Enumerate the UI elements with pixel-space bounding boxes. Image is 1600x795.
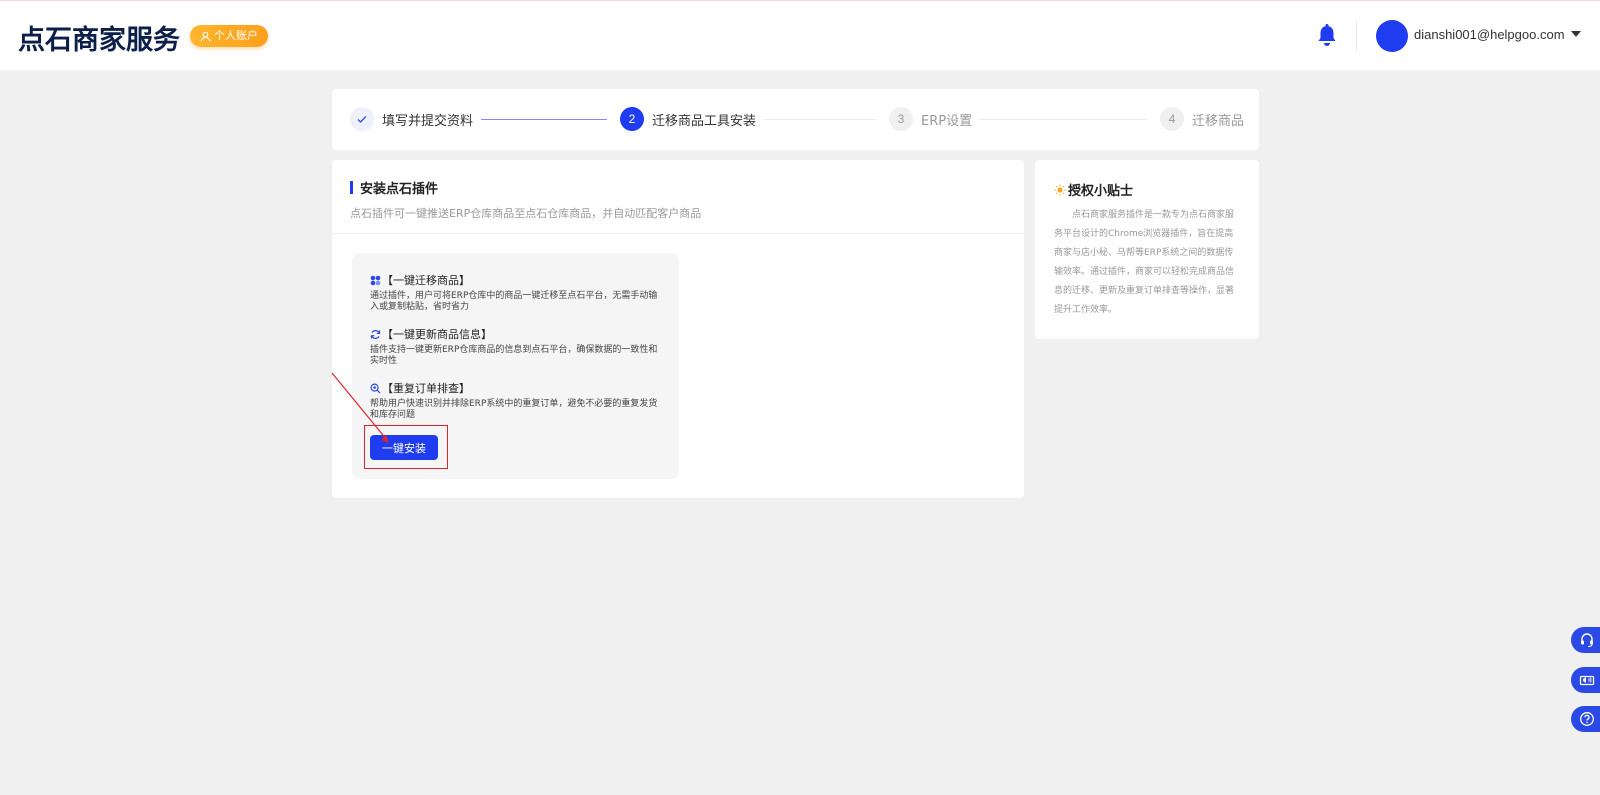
feature-item: 【一键迁移商品】 通过插件，用户可将ERP仓库中的商品一键迁移至点石平台，无需手… xyxy=(370,272,660,313)
announcement-button[interactable] xyxy=(1571,667,1600,693)
feature-title: 【重复订单排查】 xyxy=(370,380,660,396)
lightbulb-icon xyxy=(1054,184,1066,195)
step-2-number: 2 xyxy=(620,107,644,131)
user-icon xyxy=(200,31,211,41)
user-email[interactable]: dianshi001@helpgoo.com xyxy=(1414,27,1565,42)
search-icon xyxy=(370,383,381,394)
step-connector-2 xyxy=(764,119,876,120)
feature-title-text: 【重复订单排查】 xyxy=(382,382,470,395)
top-header: 点石商家服务 个人账户 dianshi001@helpgoo.com xyxy=(0,0,1600,70)
section-title: 安装点石插件 xyxy=(350,178,701,197)
avatar[interactable] xyxy=(1376,20,1408,52)
section-description: 点石插件可一键推送ERP仓库商品至点石仓库商品，并自动匹配客户商品 xyxy=(350,207,702,220)
section-header: 安装点石插件 点石插件可一键推送ERP仓库商品至点石仓库商品，并自动匹配客户商品 xyxy=(350,178,701,221)
step-4: 4 迁移商品 xyxy=(1160,107,1244,131)
logo[interactable]: 点石商家服务 xyxy=(18,18,180,57)
step-connector-3 xyxy=(979,119,1147,120)
tips-title: 授权小贴士 xyxy=(1054,180,1133,199)
section-title-text: 安装点石插件 xyxy=(360,182,439,197)
step-2: 2 迁移商品工具安装 xyxy=(620,107,756,131)
step-4-number: 4 xyxy=(1160,107,1184,131)
feature-title: 【一键更新商品信息】 xyxy=(370,326,660,342)
check-icon xyxy=(350,107,374,131)
feature-description: 插件支持一键更新ERP仓库商品的信息到点石平台，确保数据的一致性和实时性 xyxy=(370,345,658,366)
feature-description: 帮助用户快速识别并排除ERP系统中的重复订单，避免不必要的重复发货和库存问题 xyxy=(370,399,658,420)
chevron-down-icon[interactable] xyxy=(1571,31,1581,37)
account-badge-label: 个人账户 xyxy=(214,29,258,42)
step-1: 填写并提交资料 xyxy=(350,107,473,131)
step-3-label: ERP设置 xyxy=(921,113,973,129)
feature-item: 【重复订单排查】 帮助用户快速识别并排除ERP系统中的重复订单，避免不必要的重复… xyxy=(370,380,660,421)
step-4-label: 迁移商品 xyxy=(1192,113,1245,129)
account-type-badge[interactable]: 个人账户 xyxy=(190,25,268,47)
question-icon xyxy=(1580,712,1594,726)
header-divider xyxy=(1356,21,1357,51)
step-2-label: 迁移商品工具安装 xyxy=(652,113,757,129)
feature-title: 【一键迁移商品】 xyxy=(370,272,660,288)
annotation-highlight-box xyxy=(364,425,448,469)
step-1-label: 填写并提交资料 xyxy=(382,113,474,129)
feature-description: 通过插件，用户可将ERP仓库中的商品一键迁移至点石平台，无需手动输入或复制粘贴，… xyxy=(370,291,658,312)
tips-card: 授权小贴士 点石商家服务插件是一款专为点石商家服务平台设计的Chrome浏览器插… xyxy=(1035,160,1259,339)
help-button[interactable] xyxy=(1571,706,1600,732)
divider xyxy=(332,233,1024,234)
feature-title-text: 【一键迁移商品】 xyxy=(382,274,470,287)
customer-service-button[interactable] xyxy=(1571,627,1600,653)
speaker-icon xyxy=(1579,675,1595,686)
tips-body: 点石商家服务插件是一款专为点石商家服务平台设计的Chrome浏览器插件，旨在提高… xyxy=(1054,210,1235,315)
tips-title-text: 授权小贴士 xyxy=(1068,184,1134,199)
progress-steps: 填写并提交资料 2 迁移商品工具安装 3 ERP设置 4 迁移商品 xyxy=(332,89,1259,150)
refresh-icon xyxy=(370,329,381,339)
step-3-number: 3 xyxy=(889,107,913,131)
feature-item: 【一键更新商品信息】 插件支持一键更新ERP仓库商品的信息到点石平台，确保数据的… xyxy=(370,326,660,367)
apps-icon xyxy=(370,275,381,285)
headset-icon xyxy=(1581,633,1593,648)
bell-icon[interactable] xyxy=(1316,24,1338,48)
step-3: 3 ERP设置 xyxy=(889,107,972,131)
step-connector-1 xyxy=(481,119,607,120)
feature-title-text: 【一键更新商品信息】 xyxy=(382,328,492,341)
title-accent-bar xyxy=(350,181,353,194)
